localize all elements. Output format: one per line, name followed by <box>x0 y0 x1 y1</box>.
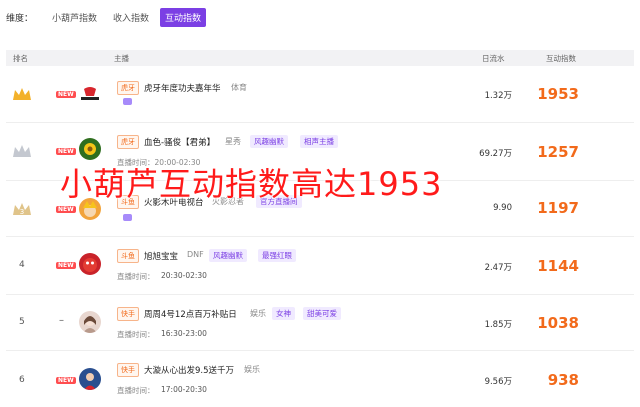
header-daily-flow[interactable]: 日流水 <box>482 53 505 64</box>
live-time-label: 直播时间： <box>117 272 155 281</box>
interaction-index: 1197 <box>537 199 579 217</box>
live-time: 17:00-20:30 <box>161 385 207 394</box>
anchor-tag: 风趣幽默 <box>209 249 247 262</box>
live-time-label: 直播时间： <box>117 330 155 339</box>
live-time-label: 直播时间： <box>117 386 155 395</box>
anchor-name[interactable]: 旭旭宝宝 <box>144 250 178 262</box>
anchor-tag: 相声主播 <box>300 135 338 148</box>
avatar[interactable] <box>79 253 101 275</box>
rank-change: – <box>59 315 64 326</box>
gold-crown-icon <box>13 88 31 100</box>
platform-badge: 快手 <box>117 363 139 377</box>
header-rank: 排名 <box>13 54 28 63</box>
table-row[interactable]: NEW 虎牙 虎牙年度功夫嘉年华 体育 1.32万 1953 <box>6 67 634 123</box>
anchor-category: 体育 <box>231 83 247 92</box>
interaction-index: 938 <box>547 371 579 389</box>
rank-number: 5 <box>19 317 25 327</box>
anchor-category: 娱乐 <box>250 309 266 318</box>
interaction-index: 1257 <box>537 143 579 161</box>
platform-badge: 虎牙 <box>117 135 139 149</box>
silver-crown-icon <box>13 145 31 157</box>
anchor-category: 娱乐 <box>244 365 260 374</box>
rank-number: 3 <box>20 208 24 216</box>
interaction-index: 1144 <box>537 257 579 275</box>
table-row[interactable]: 4 NEW 斗鱼 旭旭宝宝 DNF 风趣幽默 最强红眼 直播时间： 20:30-… <box>6 237 634 295</box>
anchor-tag: 风趣幽默 <box>250 135 288 148</box>
avatar[interactable] <box>79 138 101 160</box>
new-badge: NEW <box>56 148 76 155</box>
dimension-selector: 维度： 小葫芦指数 收入指数 互动指数 <box>6 6 212 28</box>
new-badge: NEW <box>56 206 76 213</box>
avatar[interactable] <box>79 368 101 390</box>
anchor-tag: 女神 <box>272 307 295 320</box>
interaction-index: 1953 <box>537 85 579 103</box>
platform-badge: 快手 <box>117 307 139 321</box>
daily-flow: 9.56万 <box>484 377 512 387</box>
avatar[interactable] <box>79 83 101 105</box>
anchor-name[interactable]: 血色-骚俊【君弟】 <box>144 136 215 148</box>
dimension-label: 维度： <box>6 13 34 24</box>
table-row[interactable]: 5 – 快手 周周4号12点百万补贴日 娱乐 女神 甜美可爱 直播时间： 16:… <box>6 295 634 351</box>
anchor-name[interactable]: 周周4号12点百万补贴日 <box>144 308 237 320</box>
daily-flow: 1.32万 <box>484 91 512 101</box>
anchor-name[interactable]: 虎牙年度功夫嘉年华 <box>144 82 221 94</box>
platform-badge: 虎牙 <box>117 81 139 95</box>
anchor-category: DNF <box>187 250 204 259</box>
interaction-index: 1038 <box>537 314 579 332</box>
daily-flow: 2.47万 <box>484 263 512 273</box>
anchor-category: 星秀 <box>225 137 241 146</box>
avatar[interactable] <box>79 311 101 333</box>
overlay-caption: 小葫芦互动指数高达1953 <box>60 165 443 203</box>
anchor-tag: 甜美可爱 <box>303 307 341 320</box>
daily-flow: 69.27万 <box>479 149 512 159</box>
daily-flow: 9.90 <box>493 203 512 213</box>
platform-badge: 斗鱼 <box>117 249 139 263</box>
dimension-option-interaction[interactable]: 互动指数 <box>160 7 207 27</box>
dimension-option-hulu[interactable]: 小葫芦指数 <box>47 8 102 27</box>
dimension-option-income[interactable]: 收入指数 <box>108 8 154 27</box>
new-badge: NEW <box>56 91 76 98</box>
bronze-crown-icon: 3 <box>13 203 31 216</box>
new-badge: NEW <box>56 377 76 384</box>
live-time: 20:30-02:30 <box>161 271 207 280</box>
rank-number: 4 <box>19 260 25 270</box>
tv-icon <box>123 214 132 221</box>
anchor-tag: 最强红眼 <box>258 249 296 262</box>
tv-icon <box>123 98 132 105</box>
anchor-name[interactable]: 大漩从心出发9.5送千万 <box>144 364 234 376</box>
table-row[interactable]: 6 NEW 快手 大漩从心出发9.5送千万 娱乐 直播时间： 17:00-20:… <box>6 351 634 407</box>
daily-flow: 1.85万 <box>484 320 512 330</box>
live-time: 16:30-23:00 <box>161 329 207 338</box>
table-header: 排名 主播 日流水 互动指数 <box>6 50 634 66</box>
rank-number: 6 <box>19 375 25 385</box>
new-badge: NEW <box>56 262 76 269</box>
header-index[interactable]: 互动指数 <box>546 53 576 64</box>
header-anchor: 主播 <box>114 54 129 63</box>
